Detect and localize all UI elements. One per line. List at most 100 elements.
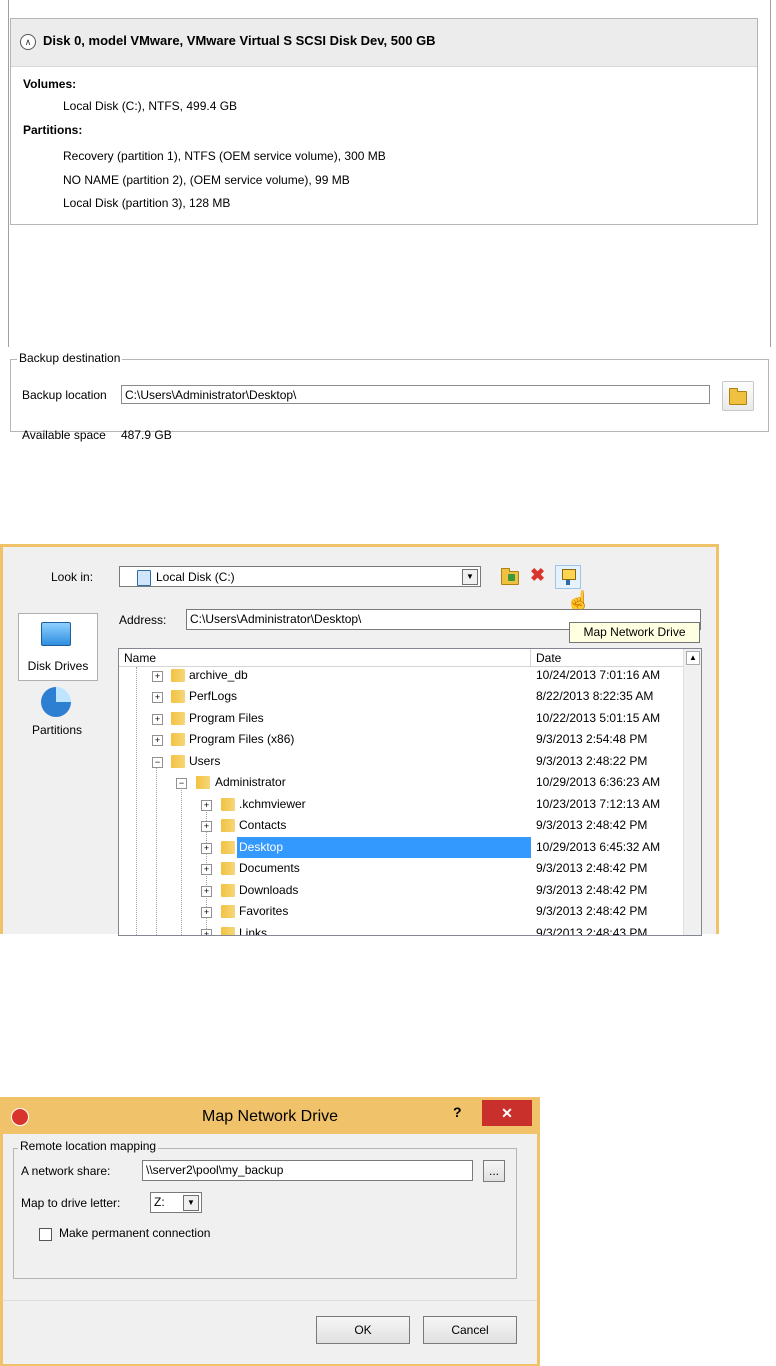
row-name: Users [189,754,221,768]
nav-partitions-label: Partitions [31,723,83,737]
expand-icon[interactable]: + [201,886,212,897]
backup-location-input[interactable]: C:\Users\Administrator\Desktop\ [121,385,710,404]
browse-share-button[interactable]: ... [483,1160,505,1182]
expand-icon[interactable]: + [152,735,163,746]
expand-icon[interactable]: + [201,864,212,875]
row-date: 10/22/2013 5:01:15 AM [536,711,661,725]
available-space-value: 487.9 GB [121,428,172,442]
volumes-heading: Volumes: [23,77,77,91]
disk-info-box: ∧ Disk 0, model VMware, VMware Virtual S… [10,18,758,225]
tree-row[interactable]: + Program Files 10/22/2013 5:01:15 AM [119,708,684,729]
delete-icon[interactable]: ✖ [530,565,545,586]
available-space-label: Available space [22,428,106,442]
expand-icon[interactable]: + [152,714,163,725]
network-share-input[interactable]: \\server2\pool\my_backup [142,1160,473,1181]
nav-disk-drives[interactable]: Disk Drives [18,613,98,681]
tree-row-selected[interactable]: + Desktop 10/29/2013 6:45:32 AM [119,837,684,858]
folder-icon [221,798,235,811]
expand-icon[interactable]: + [201,843,212,854]
expand-icon[interactable]: + [201,907,212,918]
row-name: PerfLogs [189,689,238,703]
address-label: Address: [119,613,167,627]
expand-icon[interactable]: + [201,929,212,935]
tree-row[interactable]: + Documents 9/3/2013 2:48:42 PM [119,858,684,879]
folder-icon [221,927,235,935]
expand-icon[interactable]: + [201,800,212,811]
row-date: 10/29/2013 6:36:23 AM [536,775,661,789]
permanent-connection-label: Make permanent connection [59,1226,211,1240]
folder-icon [171,690,185,703]
network-drive-stand [566,580,570,585]
drive-icon [137,570,151,586]
scroll-up-icon[interactable]: ▲ [686,651,700,665]
row-name: Downloads [239,883,299,897]
tree-row[interactable]: + Program Files (x86) 9/3/2013 2:54:48 P… [119,729,684,750]
ok-button[interactable]: OK [316,1316,410,1344]
row-name: Documents [239,861,300,875]
tree-row[interactable]: + Links 9/3/2013 2:48:43 PM [119,923,684,936]
cancel-button[interactable]: Cancel [423,1316,517,1344]
row-date: 10/29/2013 6:45:32 AM [536,840,661,854]
row-date: 8/22/2013 8:22:35 AM [536,689,654,703]
folder-icon [171,733,185,746]
map-network-drive-tooltip: Map Network Drive [569,622,700,643]
expand-icon[interactable]: + [201,821,212,832]
expand-icon[interactable]: + [152,692,163,703]
help-button[interactable]: ? [453,1104,462,1120]
volume-entry: Local Disk (C:), NTFS, 499.4 GB [63,99,238,113]
partition-entry: NO NAME (partition 2), (OEM service volu… [63,173,350,187]
nav-disk-drives-label: Disk Drives [27,659,89,673]
row-date: 9/3/2013 2:48:22 PM [536,754,648,768]
row-date: 10/24/2013 7:01:16 AM [536,668,661,682]
backup-destination-legend: Backup destination [17,351,123,365]
collapse-icon[interactable]: − [152,757,163,768]
side-nav: Disk Drives Partitions [18,613,98,893]
tree-row[interactable]: − Users 9/3/2013 2:48:22 PM [119,751,684,772]
tree-row[interactable]: + PerfLogs 8/22/2013 8:22:35 AM [119,686,684,707]
tree-row[interactable]: + Downloads 9/3/2013 2:48:42 PM [119,880,684,901]
dialog-titlebar[interactable]: Map Network Drive ? ✕ [3,1100,537,1134]
drive-letter-select[interactable]: Z: ▼ [150,1192,202,1213]
tree-row[interactable]: − Administrator 10/29/2013 6:36:23 AM [119,772,684,793]
folder-icon [221,841,235,854]
row-name: Program Files (x86) [189,732,295,746]
folder-tree-list[interactable]: Name Date ▲ + archive_db 10/24/2013 7:01… [118,648,702,936]
disk-drives-icon [41,622,71,646]
collapse-icon[interactable]: ∧ [20,34,36,50]
row-date: 9/3/2013 2:48:42 PM [536,883,648,897]
chevron-down-icon[interactable]: ▼ [183,1195,199,1211]
tree-row[interactable]: + Contacts 9/3/2013 2:48:42 PM [119,815,684,836]
browse-folder-button[interactable] [722,381,754,411]
row-name: Administrator [215,775,286,789]
chevron-down-icon[interactable]: ▼ [462,569,478,585]
plus-badge [508,574,515,581]
folder-icon [171,755,185,768]
tree-row[interactable]: + archive_db 10/24/2013 7:01:16 AM [119,665,684,686]
disk-header[interactable]: ∧ Disk 0, model VMware, VMware Virtual S… [11,19,757,67]
tree-row[interactable]: + .kchmviewer 10/23/2013 7:12:13 AM [119,794,684,815]
row-name: .kchmviewer [239,797,306,811]
map-network-drive-dialog: Map Network Drive ? ✕ Remote location ma… [0,1097,540,1366]
look-in-combo[interactable]: Local Disk (C:) ▼ [119,566,481,587]
folder-icon [221,862,235,875]
partitions-icon [41,687,71,717]
nav-partitions[interactable]: Partitions [18,687,96,747]
row-name: Links [239,926,268,936]
partitions-heading: Partitions: [23,123,83,137]
vertical-scrollbar[interactable]: ▲ [683,649,701,935]
expand-icon[interactable]: + [152,671,163,682]
remote-location-legend: Remote location mapping [18,1139,159,1153]
look-in-value: Local Disk (C:) [156,570,235,584]
folder-icon [221,819,235,832]
network-drive-icon [562,569,576,580]
row-date: 9/3/2013 2:48:42 PM [536,861,648,875]
new-folder-button[interactable] [500,568,519,585]
tree-row[interactable]: + Favorites 9/3/2013 2:48:42 PM [119,901,684,922]
partition-entry: Local Disk (partition 3), 128 MB [63,196,231,210]
look-in-label: Look in: [51,570,94,584]
collapse-icon[interactable]: − [176,778,187,789]
disk-title: Disk 0, model VMware, VMware Virtual S S… [43,33,436,48]
map-network-drive-button[interactable] [555,565,581,589]
close-button[interactable]: ✕ [482,1100,532,1126]
permanent-connection-checkbox[interactable] [39,1228,52,1241]
